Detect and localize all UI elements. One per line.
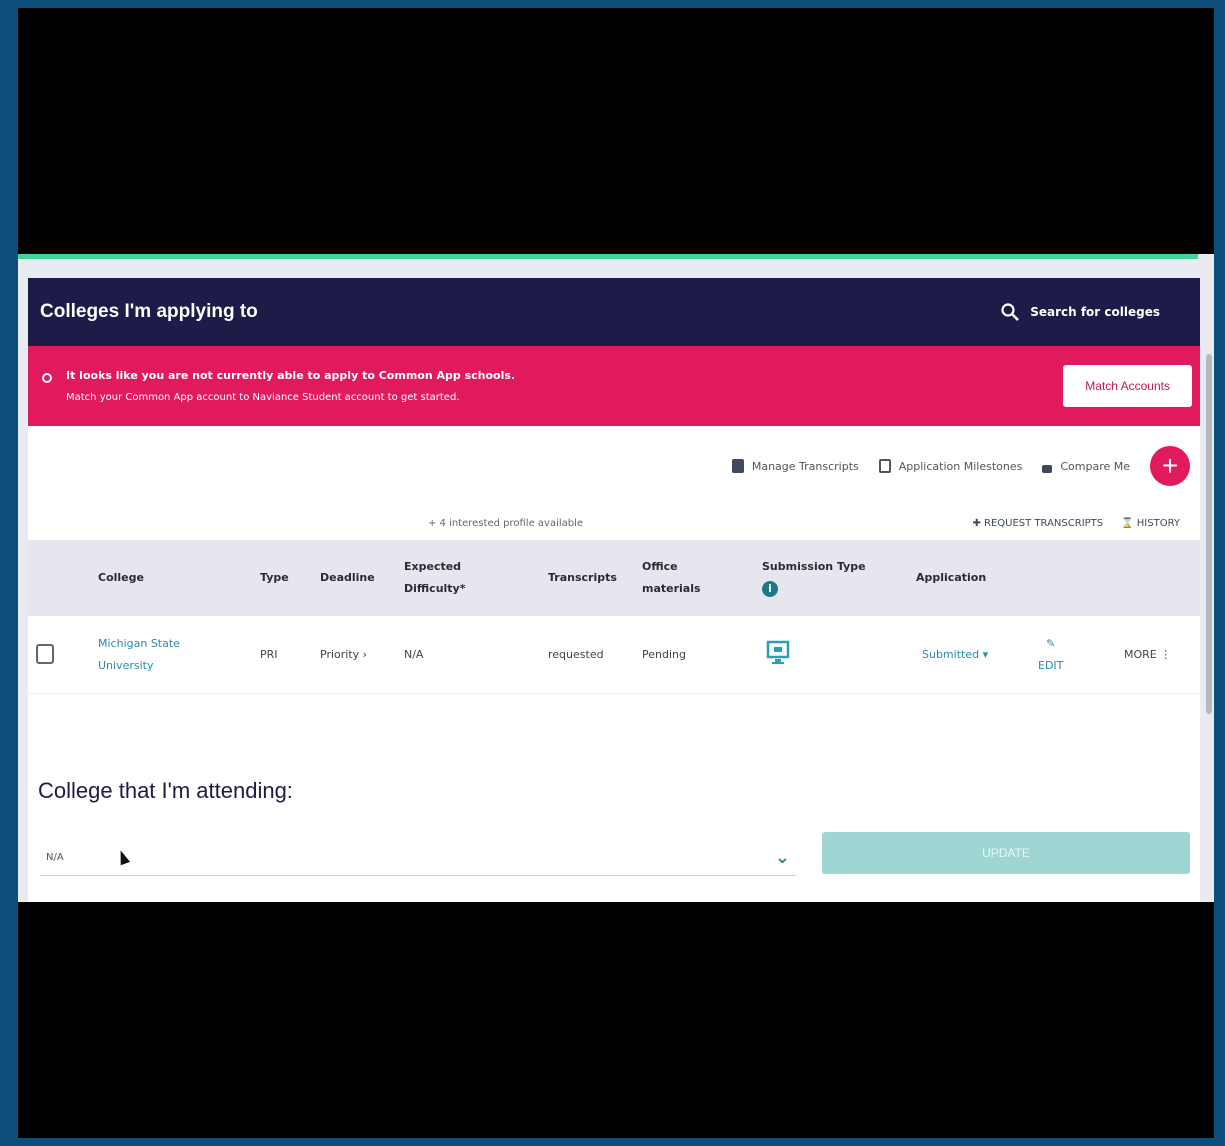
header-expected-line2: Difficulty* [404,582,466,595]
table-header: College Type Deadline Expected Difficult… [28,540,1200,616]
header-deadline[interactable]: Deadline [320,567,375,589]
college-link[interactable]: Michigan State University [98,633,180,677]
application-status-label: Submitted [922,647,980,661]
hourglass-icon: ⌛ [1121,517,1137,529]
add-college-button[interactable]: + [1150,446,1190,486]
header-office-line2: materials [642,582,701,595]
history-button[interactable]: ⌛ HISTORY [1121,518,1180,529]
app-window: Colleges I'm applying to Search for coll… [18,254,1214,902]
alert-submessage: Match your Common App account to Navianc… [66,392,460,403]
application-status-dropdown[interactable]: Submitted ▾ [922,644,988,666]
alert-icon [42,373,52,383]
edit-button[interactable]: ✎ EDIT [1038,633,1063,677]
compare-me-label: Compare Me [1060,459,1130,473]
request-transcripts-label: REQUEST TRANSCRIPTS [984,517,1104,529]
pencil-icon: ✎ [1046,636,1056,650]
header-submission-label: Submission Type [762,560,866,573]
card-header: Colleges I'm applying to Search for coll… [28,278,1200,346]
more-button[interactable]: MORE ⋮ [1124,644,1171,666]
edit-label: EDIT [1038,658,1064,672]
alert-message: It looks like you are not currently able… [66,369,516,382]
page-title: Colleges I'm applying to [40,301,258,322]
more-icon: ⋮ [1160,647,1172,661]
manage-transcripts-link[interactable]: Manage Transcripts [731,459,859,473]
calendar-icon [878,459,891,473]
colleges-card: Colleges I'm applying to Search for coll… [28,278,1200,902]
header-application[interactable]: Application [916,567,986,589]
manage-transcripts-label: Manage Transcripts [751,459,859,473]
attending-selected-value: N/A [46,852,64,863]
toolbar: Manage Transcripts Application Milestone… [28,426,1200,506]
college-name-line1: Michigan State [98,636,180,650]
header-expected-difficulty[interactable]: Expected Difficulty* [404,556,465,600]
history-label: HISTORY [1136,517,1180,529]
header-office-line1: Office [642,560,678,573]
top-accent-bar [18,254,1198,259]
match-accounts-button[interactable]: Match Accounts [1063,365,1192,407]
chevron-down-icon: ▾ [982,647,989,661]
computer-icon [766,640,790,664]
plus-small-icon: ✚ [972,517,985,529]
header-submission-type[interactable]: Submission Type i [762,556,866,600]
more-label: MORE [1124,647,1157,661]
cell-type: PRI [260,647,278,661]
application-milestones-link[interactable]: Application Milestones [878,459,1023,473]
chevron-right-icon: › [362,647,368,661]
profile-note: + 4 interested profile available [428,517,584,529]
document-icon [731,459,744,473]
header-transcripts[interactable]: Transcripts [548,567,617,589]
college-name-line2: University [98,658,154,672]
cell-transcripts: requested [548,647,604,661]
scrollbar[interactable] [1206,354,1212,714]
header-type[interactable]: Type [260,567,289,589]
chart-icon [1042,465,1053,473]
header-expected-line1: Expected [404,560,462,573]
milestones-label: Application Milestones [898,459,1023,473]
header-office-materials[interactable]: Office materials [642,556,701,600]
sub-toolbar: + 4 interested profile available ✚ REQUE… [28,506,1200,540]
plus-icon: + [1161,450,1179,481]
attending-heading: College that I'm attending: [38,778,293,803]
search-icon [1001,303,1020,321]
info-icon[interactable]: i [762,581,778,597]
attending-college-select[interactable]: N/A ⌄ [40,840,796,876]
update-button[interactable]: UPDATE [822,832,1190,874]
search-colleges-link[interactable]: Search for colleges [1000,302,1160,322]
chevron-down-icon: ⌄ [774,847,790,868]
cell-difficulty: N/A [404,647,424,661]
alert-banner: It looks like you are not currently able… [28,346,1200,426]
cell-office-materials: Pending [642,647,686,661]
cell-deadline-label: Priority [320,647,360,661]
request-transcripts-button[interactable]: ✚ REQUEST TRANSCRIPTS [972,518,1103,529]
cell-deadline: Priority › [320,644,367,666]
row-checkbox[interactable] [36,644,54,664]
header-college[interactable]: College [98,567,144,589]
table-row: Michigan State University PRI Priority ›… [28,616,1200,694]
search-label: Search for colleges [1030,305,1160,319]
compare-me-link[interactable]: Compare Me [1042,459,1130,473]
